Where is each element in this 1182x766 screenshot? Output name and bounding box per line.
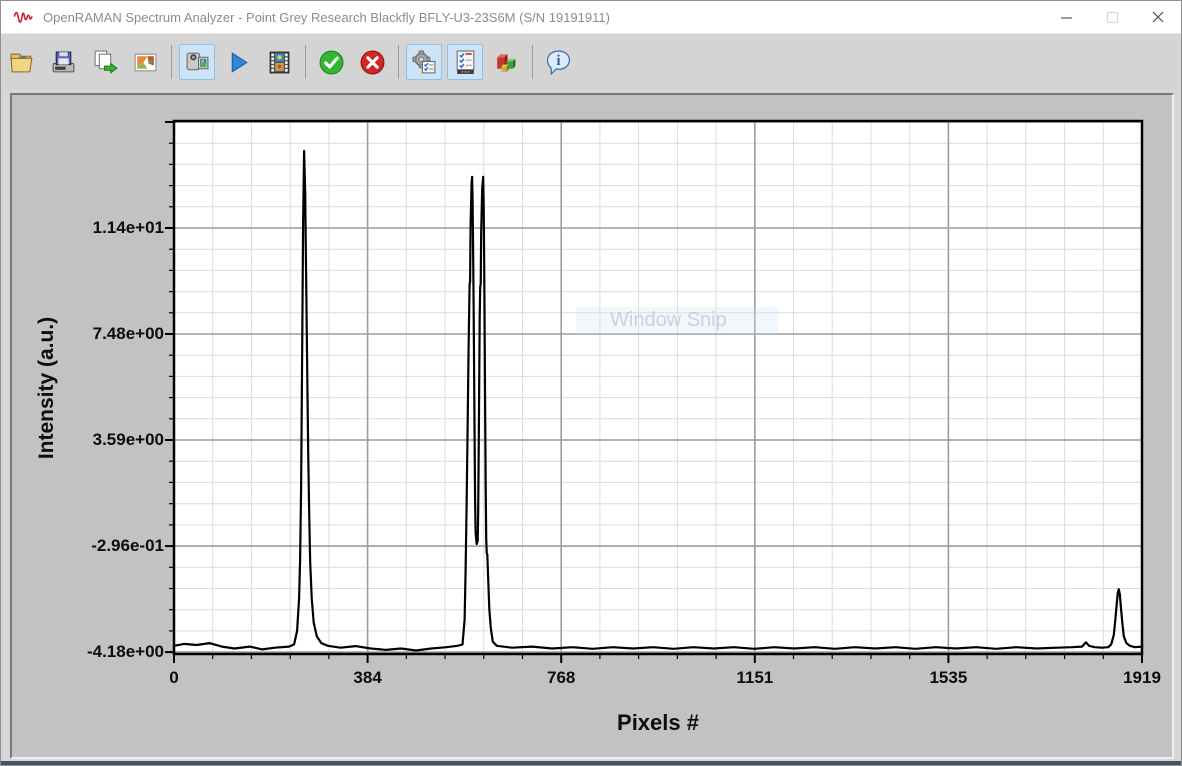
open-button[interactable]	[4, 44, 40, 80]
toolbar-separator	[532, 45, 533, 79]
play-icon	[225, 49, 252, 76]
film-icon	[266, 49, 293, 76]
close-icon	[1151, 10, 1165, 24]
titlebar: OpenRAMAN Spectrum Analyzer - Point Grey…	[1, 1, 1181, 34]
accept-icon	[318, 49, 345, 76]
app-window: OpenRAMAN Spectrum Analyzer - Point Grey…	[0, 0, 1182, 766]
save-icon	[50, 49, 77, 76]
camera-icon	[184, 49, 211, 76]
processing-checklist-icon	[452, 49, 479, 76]
histogram-button[interactable]	[488, 44, 524, 80]
acquisition-settings-button[interactable]	[406, 44, 442, 80]
film-button[interactable]	[261, 44, 297, 80]
copy-button[interactable]	[86, 44, 122, 80]
accept-button[interactable]	[313, 44, 349, 80]
export-copy-icon	[91, 49, 118, 76]
toolbar-separator	[171, 45, 172, 79]
info-icon: i	[545, 49, 572, 76]
camera-button[interactable]	[179, 44, 215, 80]
maximize-icon	[1106, 11, 1119, 24]
save-button[interactable]	[45, 44, 81, 80]
window-controls	[1043, 1, 1181, 33]
window-title: OpenRAMAN Spectrum Analyzer - Point Grey…	[43, 10, 610, 25]
minimize-icon	[1060, 11, 1073, 24]
close-button[interactable]	[1135, 1, 1181, 33]
app-logo-icon	[13, 9, 35, 26]
export-image-icon	[132, 49, 159, 76]
toolbar-separator	[398, 45, 399, 79]
acquisition-settings-icon	[411, 49, 438, 76]
toolbar: i	[1, 35, 1181, 89]
minimize-button[interactable]	[1043, 1, 1089, 33]
play-button[interactable]	[220, 44, 256, 80]
histogram-3d-icon	[493, 49, 520, 76]
x-axis-title: Pixels #	[617, 710, 699, 736]
y-axis-title: Intensity (a.u.)	[35, 317, 59, 459]
cancel-button[interactable]	[354, 44, 390, 80]
toolbar-separator	[305, 45, 306, 79]
chart-client-area	[10, 93, 1174, 759]
bottom-edge	[1, 761, 1181, 766]
export-image-button[interactable]	[127, 44, 163, 80]
open-folder-icon	[9, 49, 36, 76]
maximize-button[interactable]	[1089, 1, 1135, 33]
processing-options-button[interactable]	[447, 44, 483, 80]
about-button[interactable]: i	[540, 44, 576, 80]
cancel-icon	[359, 49, 386, 76]
svg-text:i: i	[556, 53, 560, 69]
